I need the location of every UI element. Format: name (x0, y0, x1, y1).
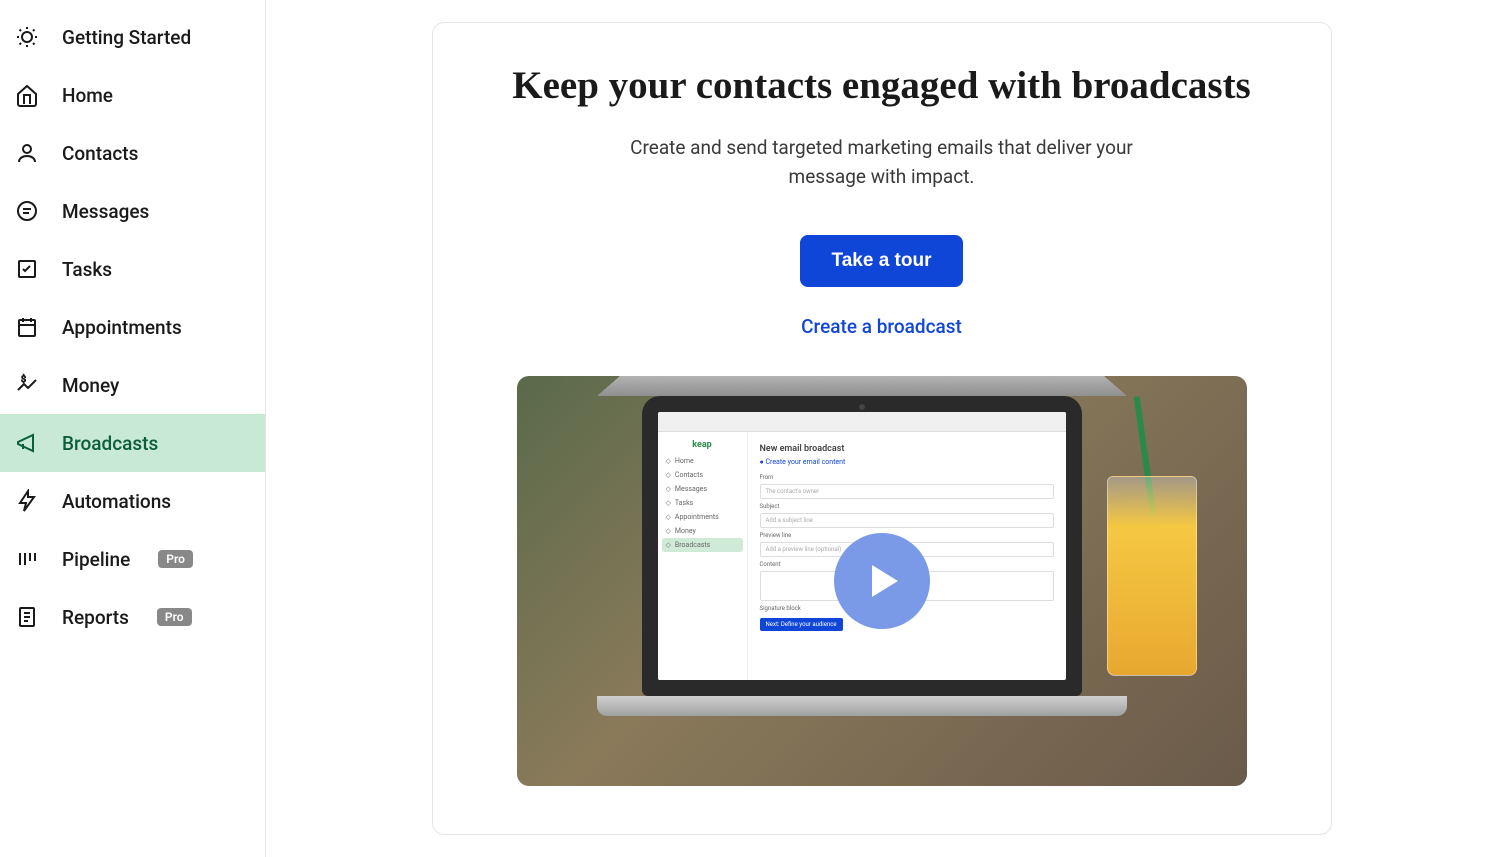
mini-title: New email broadcast (760, 444, 1054, 454)
broadcast-icon (14, 430, 40, 456)
sidebar-item-label: Automations (62, 490, 171, 513)
video-thumbnail[interactable]: keap Home Contacts Messages Tasks Appoin… (517, 376, 1247, 786)
sidebar-item-label: Broadcasts (62, 432, 158, 455)
create-broadcast-link[interactable]: Create a broadcast (483, 315, 1281, 338)
home-icon (14, 82, 40, 108)
play-icon (834, 533, 930, 629)
sidebar-item-broadcasts[interactable]: Broadcasts (0, 414, 265, 472)
pro-badge: Pro (158, 550, 193, 568)
sidebar-item-messages[interactable]: Messages (0, 182, 265, 240)
sidebar-item-automations[interactable]: Automations (0, 472, 265, 530)
onboarding-card: Keep your contacts engaged with broadcas… (432, 22, 1332, 835)
main-content: Keep your contacts engaged with broadcas… (266, 0, 1497, 857)
sidebar: Getting Started Home Contacts Messages T… (0, 0, 266, 857)
sidebar-item-label: Getting Started (62, 26, 191, 49)
svg-text:$: $ (21, 374, 26, 385)
contacts-icon (14, 140, 40, 166)
money-icon: $ (14, 372, 40, 398)
sidebar-item-label: Messages (62, 200, 149, 223)
mini-step: ● Create your email content (760, 458, 1054, 466)
sidebar-item-label: Appointments (62, 316, 182, 339)
messages-icon (14, 198, 40, 224)
sidebar-item-contacts[interactable]: Contacts (0, 124, 265, 182)
page-title: Keep your contacts engaged with broadcas… (483, 63, 1281, 108)
sidebar-item-money[interactable]: $ Money (0, 356, 265, 414)
page-subtitle: Create and send targeted marketing email… (602, 134, 1162, 191)
calendar-icon (14, 314, 40, 340)
mini-brand: keap (662, 438, 743, 454)
sidebar-item-label: Home (62, 84, 113, 107)
sidebar-item-label: Contacts (62, 142, 138, 165)
reports-icon (14, 604, 40, 630)
automation-icon (14, 488, 40, 514)
sidebar-item-reports[interactable]: Reports Pro (0, 588, 265, 646)
pipeline-icon (14, 546, 40, 572)
lightbulb-icon (14, 24, 40, 50)
tasks-icon (14, 256, 40, 282)
sidebar-item-label: Tasks (62, 258, 112, 281)
sidebar-item-label: Money (62, 374, 119, 397)
sidebar-item-label: Reports (62, 606, 129, 629)
sidebar-item-tasks[interactable]: Tasks (0, 240, 265, 298)
sidebar-item-appointments[interactable]: Appointments (0, 298, 265, 356)
sidebar-item-label: Pipeline (62, 548, 130, 571)
pro-badge: Pro (157, 608, 192, 626)
sidebar-item-home[interactable]: Home (0, 66, 265, 124)
take-tour-button[interactable]: Take a tour (800, 235, 964, 287)
sidebar-item-pipeline[interactable]: Pipeline Pro (0, 530, 265, 588)
sidebar-item-getting-started[interactable]: Getting Started (0, 8, 265, 66)
